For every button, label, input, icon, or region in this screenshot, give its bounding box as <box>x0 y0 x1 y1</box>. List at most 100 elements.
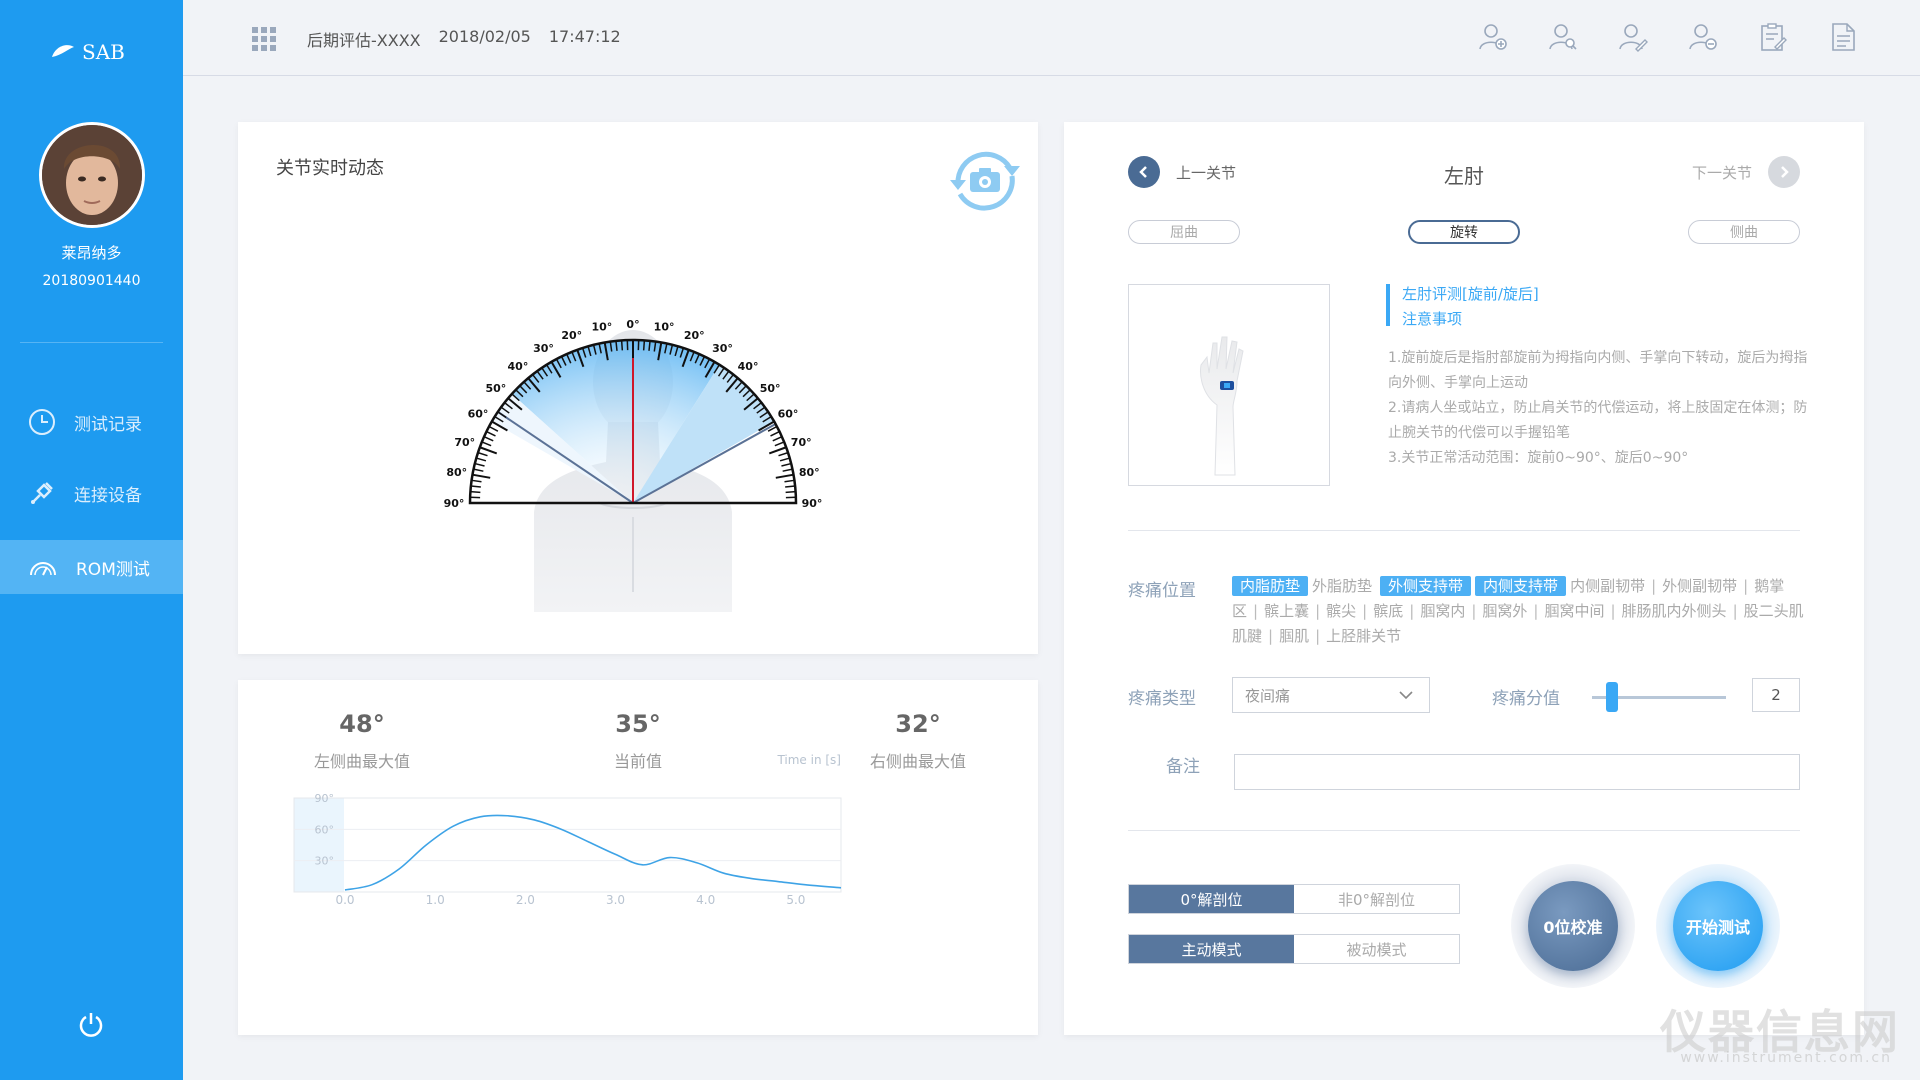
pain-tag-selected[interactable]: 内侧支持带 <box>1475 576 1567 596</box>
x-axis-label: Time in [s] <box>776 753 841 767</box>
leaf-icon <box>52 45 74 57</box>
tag-separator: | <box>1253 602 1259 620</box>
angle-time-chart: 30° 60° 90° 0.0 1.0 2.0 3.0 4.0 5.0 Time in [s] <box>293 753 842 907</box>
protractor-tick <box>648 340 651 351</box>
remark-input[interactable] <box>1234 754 1800 790</box>
mode-lateral-flexion[interactable]: 侧曲 <box>1688 220 1800 244</box>
pain-tag[interactable]: 髌尖 <box>1326 602 1356 620</box>
start-test-label: 开始测试 <box>1673 881 1763 971</box>
passive-mode-option[interactable]: 被动模式 <box>1294 935 1459 963</box>
sidebar-item-connect-device[interactable]: 连接设备 <box>0 466 183 520</box>
page-title: 后期评估-XXXX <box>307 31 421 50</box>
protractor-label: 60° <box>468 408 489 421</box>
x-tick-label: 4.0 <box>696 893 715 907</box>
document-icon[interactable] <box>1828 22 1858 52</box>
pain-location-tags: 内脂肪垫 外脂肪垫 外侧支持带 内侧支持带 内侧副韧带 | 外侧副韧带 | 鹅掌区 | 髌上囊 | 髌尖… <box>1232 574 1812 649</box>
pain-tag[interactable]: 外脂肪垫 <box>1312 577 1372 595</box>
protractor-label: 80° <box>799 466 820 479</box>
pain-tag[interactable]: 腘窝中间 <box>1544 602 1604 620</box>
pain-tag[interactable]: 腘窝外 <box>1482 602 1527 620</box>
clipboard-edit-icon[interactable] <box>1758 22 1788 52</box>
remove-user-icon[interactable] <box>1688 22 1718 52</box>
tag-separator: | <box>1743 577 1749 595</box>
power-button[interactable] <box>77 1010 105 1042</box>
protractor-label: 20° <box>684 329 705 342</box>
pain-type-select[interactable]: 夜间痛 <box>1232 677 1430 713</box>
session-title: 后期评估-XXXX 2018/02/05 17:47:12 <box>307 27 621 51</box>
hand-sensor-image <box>1200 336 1244 476</box>
note-body: 1.旋前旋后是指肘部旋前为拇指向内侧、手掌向下转动，旋后为拇指向外侧、手掌向上运… <box>1388 346 1818 471</box>
start-test-button[interactable]: 开始测试 <box>1656 864 1780 988</box>
protractor-tick <box>785 485 796 488</box>
tag-separator: | <box>1610 602 1616 620</box>
zero-calibrate-button[interactable]: 0位校准 <box>1511 864 1635 988</box>
hand-illustration <box>1128 284 1330 486</box>
protractor-label: 90° <box>444 497 465 510</box>
pain-tag[interactable]: 髌上囊 <box>1264 602 1309 620</box>
protractor-tick <box>479 446 498 455</box>
x-tick-label: 5.0 <box>786 893 805 907</box>
next-joint-button[interactable]: 下一关节 <box>1692 156 1800 188</box>
mode-flexion[interactable]: 屈曲 <box>1128 220 1240 244</box>
divider <box>1128 530 1800 531</box>
protractor-label: 50° <box>485 382 506 395</box>
protractor-label: 10° <box>654 321 675 334</box>
pain-tag-selected[interactable]: 内脂肪垫 <box>1232 576 1309 596</box>
x-tick-label: 2.0 <box>516 893 535 907</box>
search-user-icon[interactable] <box>1548 22 1578 52</box>
tag-separator: | <box>1732 602 1738 620</box>
sidebar-item-rom-test[interactable]: ROM测试 <box>0 540 183 594</box>
anatomy-nonzero-option[interactable]: 非0°解剖位 <box>1294 885 1459 913</box>
sidebar-item-test-records[interactable]: 测试记录 <box>0 395 183 449</box>
add-user-icon[interactable] <box>1478 22 1508 52</box>
note-subheading: 注意事项 <box>1402 310 1463 328</box>
protractor-tick <box>474 462 485 467</box>
tag-separator: | <box>1362 602 1368 620</box>
pain-tag-selected[interactable]: 外侧支持带 <box>1380 576 1472 596</box>
protractor-label: 70° <box>791 436 812 449</box>
sidebar-item-label: ROM测试 <box>76 559 150 580</box>
protractor-tick <box>781 462 792 467</box>
top-bar: 后期评估-XXXX 2018/02/05 17:47:12 <box>183 0 1920 76</box>
y-axis-band <box>294 798 344 892</box>
apps-grid-icon[interactable] <box>251 26 277 52</box>
y-tick-label: 30° <box>315 855 335 868</box>
note-heading: 左肘评测[旋前/旋后] <box>1402 285 1539 303</box>
protractor-tick <box>472 473 491 479</box>
pain-tag[interactable]: 腓肠肌内外侧头 <box>1622 602 1727 620</box>
angle-fan <box>491 340 777 504</box>
motion-mode-toggle: 主动模式 被动模式 <box>1128 934 1460 964</box>
pain-score-label: 疼痛分值 <box>1492 689 1560 709</box>
pain-type-value: 夜间痛 <box>1245 686 1291 705</box>
protractor-tick <box>476 457 487 462</box>
protractor-label: 30° <box>712 342 733 355</box>
pain-tag[interactable]: 外侧副韧带 <box>1662 577 1737 595</box>
anatomy-zero-option[interactable]: 0°解剖位 <box>1129 885 1294 913</box>
remark-label: 备注 <box>1166 757 1200 777</box>
pain-tag[interactable]: 腘肌 <box>1279 627 1309 645</box>
protractor-label: 60° <box>778 408 799 421</box>
plug-icon <box>31 482 53 504</box>
protractor-label: 80° <box>446 466 467 479</box>
protractor-tick <box>615 340 618 351</box>
avatar[interactable] <box>39 122 145 228</box>
mode-rotation[interactable]: 旋转 <box>1408 220 1520 244</box>
protractor-tick <box>782 468 793 472</box>
edit-user-icon[interactable] <box>1618 22 1648 52</box>
angle-stats-panel: 48° 左侧曲最大值 35° 当前值 32° 右侧曲最大值 30° 60° 90° 0… <box>238 680 1038 1035</box>
pain-score-input[interactable]: 2 <box>1752 678 1800 712</box>
note-line: 2.请病人坐或站立，防止肩关节的代偿运动，将上肢固定在体测；防止腕关节的代偿可以… <box>1388 400 1808 441</box>
pain-tag[interactable]: 腘窝内 <box>1420 602 1465 620</box>
protractor-tick <box>772 436 783 442</box>
pain-tag[interactable]: 髌底 <box>1373 602 1403 620</box>
pain-score-slider-thumb[interactable] <box>1606 682 1619 712</box>
pain-tag[interactable]: 内侧副韧带 <box>1570 577 1645 595</box>
chevron-right-icon <box>1768 156 1800 188</box>
chevron-down-icon <box>1399 691 1413 700</box>
pain-tag[interactable]: 上胫腓关节 <box>1326 627 1401 645</box>
protractor-tick <box>779 457 790 462</box>
joint-assessment-panel: 上一关节 左肘 下一关节 屈曲 旋转 侧曲 左肘评测[旋前/旋后] 注意事项 1… <box>1064 122 1864 1035</box>
next-joint-label: 下一关节 <box>1691 163 1752 182</box>
watermark-url: www.instrument.com.cn <box>1680 1050 1892 1066</box>
active-mode-option[interactable]: 主动模式 <box>1129 935 1294 963</box>
